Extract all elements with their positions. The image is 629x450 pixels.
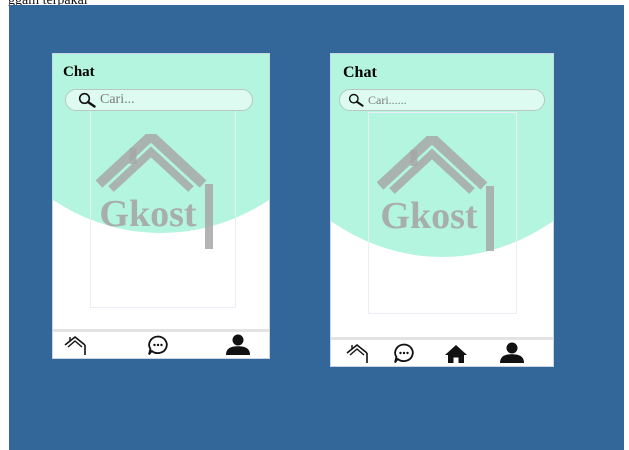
user-profile-icon (226, 334, 250, 355)
chat-bubble-icon (394, 343, 414, 364)
search-input[interactable] (96, 92, 220, 108)
chat-screen-1: Gkost Chat (52, 53, 270, 359)
nav-home-button[interactable] (63, 334, 89, 356)
chat-bubble-icon (148, 335, 168, 356)
page-title: Chat (343, 64, 377, 81)
bottom-nav (331, 337, 553, 366)
search-bar[interactable] (339, 89, 545, 111)
nav-profile-button[interactable] (225, 334, 251, 356)
nav-profile-button[interactable] (499, 342, 525, 364)
nav-chat-button[interactable] (145, 334, 171, 356)
gkost-logo: Gkost (96, 134, 213, 249)
logo-text: Gkost (99, 193, 196, 235)
nav-home-outline-button[interactable] (345, 342, 371, 364)
logo-text: Gkost (380, 195, 477, 237)
bottom-nav (53, 329, 269, 358)
user-profile-icon (500, 342, 524, 363)
search-bar[interactable] (65, 89, 253, 111)
nav-home-button[interactable] (443, 342, 469, 364)
home-outline-icon (346, 343, 368, 363)
search-input[interactable] (364, 92, 488, 108)
gkost-logo: Gkost (377, 136, 494, 251)
chat-screen-2: Gkost Chat (330, 53, 554, 367)
canvas: Gkost Chat Cari... Gkost Chat Cari...... (9, 5, 624, 450)
search-icon (348, 93, 364, 107)
page-title: Chat (63, 64, 95, 80)
home-outline-icon (64, 335, 86, 355)
search-icon (78, 92, 96, 108)
nav-chat-button[interactable] (391, 342, 417, 364)
home-filled-icon (445, 345, 467, 363)
